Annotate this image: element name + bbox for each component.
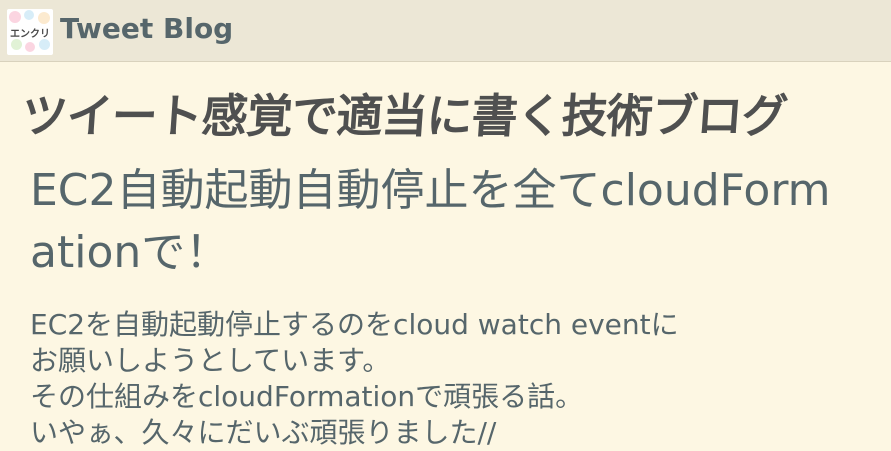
logo-text: エンクリ [10, 29, 50, 40]
site-logo[interactable]: エンクリ [7, 9, 53, 55]
site-header: エンクリ Tweet Blog [0, 0, 891, 62]
post-title-link[interactable]: EC2自動起動自動停止を全てcloudFormationで！ [30, 160, 850, 284]
site-title-link[interactable]: Tweet Blog [60, 12, 233, 45]
excerpt-line: お願いしようとしています。 [30, 344, 391, 377]
excerpt-line: その仕組みをcloudFormationで頑張る話。 [30, 380, 584, 413]
blog-tagline: ツイート感覚で適当に書く技術ブログ [19, 89, 789, 143]
excerpt-line: EC2を自動起動停止するのをcloud watch eventに [30, 308, 679, 341]
post-excerpt: EC2を自動起動停止するのをcloud watch eventに お願いしようと… [30, 307, 880, 451]
excerpt-line: いやぁ、久々にだいぶ頑張りました// [30, 416, 497, 449]
